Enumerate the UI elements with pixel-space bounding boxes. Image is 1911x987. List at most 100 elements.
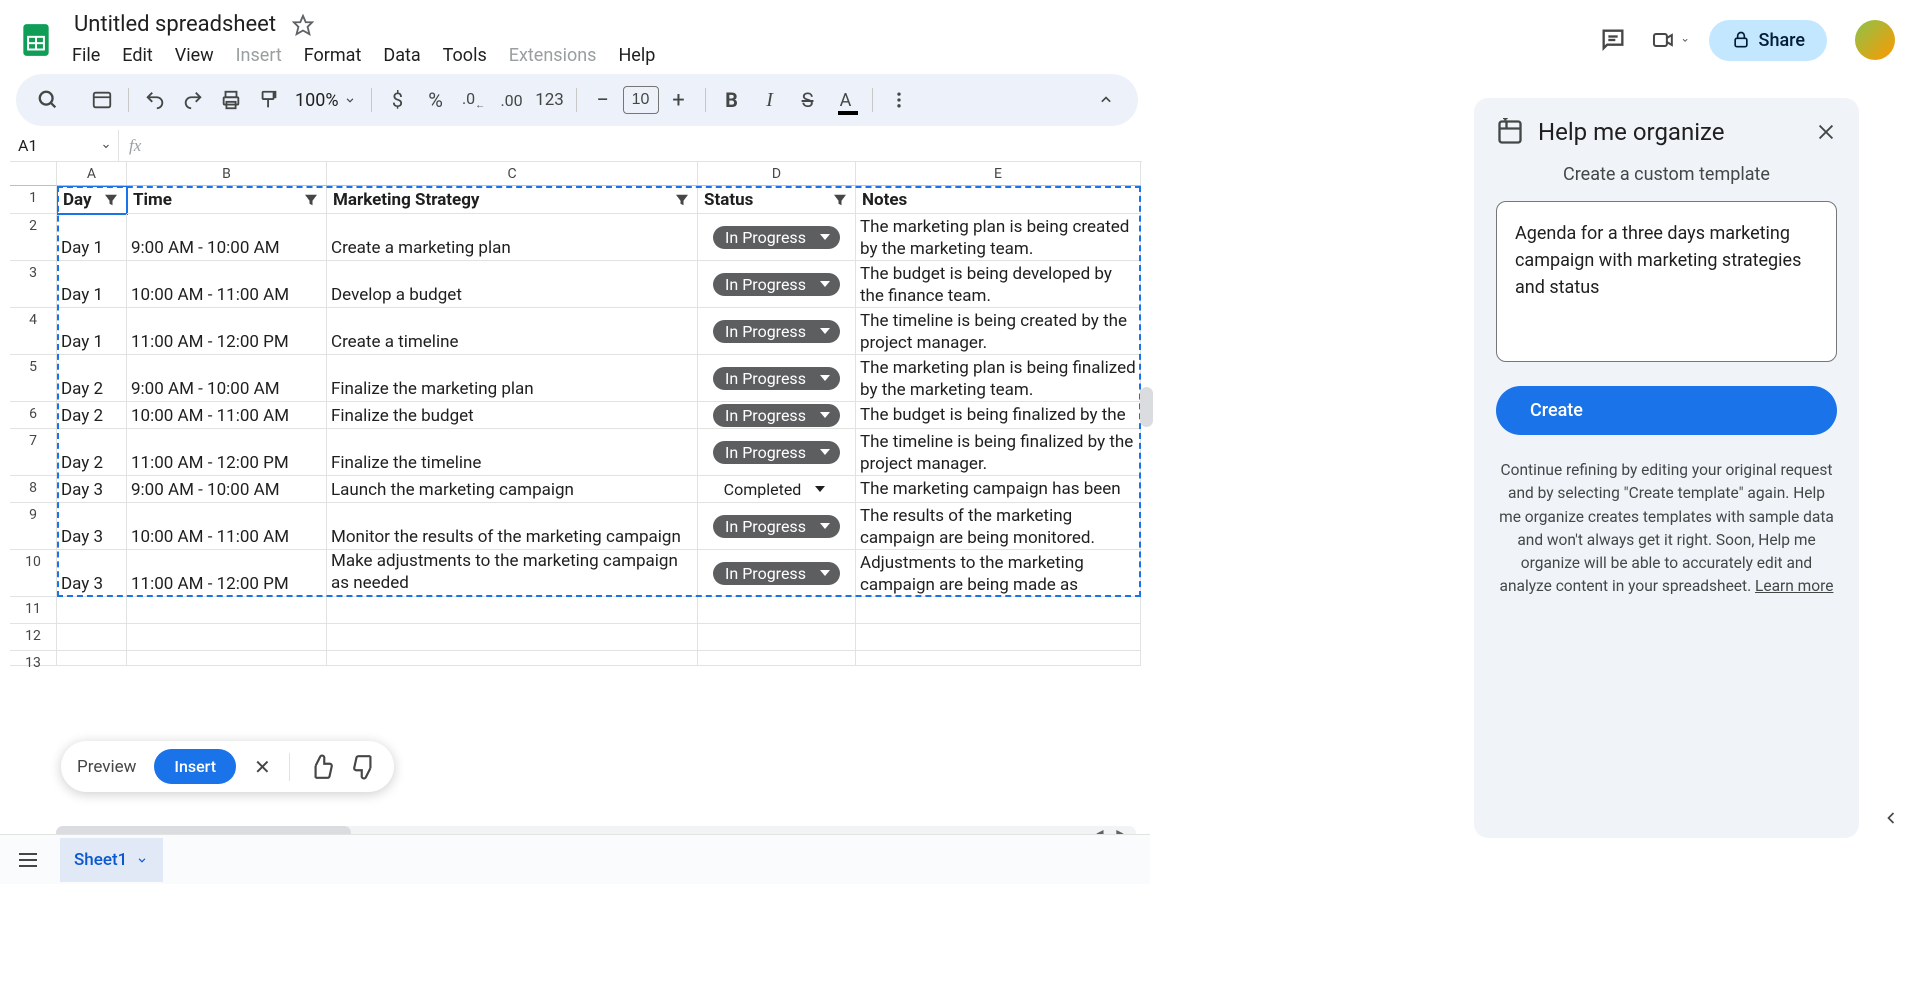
more-toolbar-icon[interactable] — [881, 82, 917, 118]
status-pill[interactable]: In Progress — [713, 441, 840, 464]
cell[interactable] — [698, 597, 856, 624]
cell[interactable] — [698, 651, 856, 666]
cell[interactable]: In Progress — [698, 429, 856, 476]
share-button[interactable]: Share — [1709, 20, 1827, 61]
sheet-tab-sheet1[interactable]: Sheet1 — [60, 838, 163, 882]
status-pill[interactable]: Completed — [718, 478, 836, 501]
cell[interactable]: Day 2 — [57, 402, 127, 429]
cell[interactable]: Completed — [698, 476, 856, 503]
status-pill[interactable]: In Progress — [713, 515, 840, 538]
print-icon[interactable] — [213, 82, 249, 118]
menus-icon[interactable] — [84, 82, 120, 118]
cell[interactable]: Make adjustments to the marketing campai… — [327, 550, 698, 597]
row-header-2[interactable]: 2 — [10, 214, 57, 261]
cell[interactable]: The timeline is being finalized by the p… — [856, 429, 1141, 476]
cell[interactable]: Marketing Strategy — [327, 186, 698, 214]
row-header-12[interactable]: 12 — [10, 624, 57, 651]
vertical-scrollbar[interactable] — [1140, 387, 1153, 987]
cell[interactable] — [327, 651, 698, 666]
currency-icon[interactable]: $ — [380, 82, 416, 118]
collapse-toolbar-icon[interactable] — [1088, 82, 1124, 118]
row-header-6[interactable]: 6 — [10, 402, 57, 429]
cell[interactable]: 11:00 AM - 12:00 PM — [127, 429, 327, 476]
cell[interactable]: Day 3 — [57, 503, 127, 550]
redo-icon[interactable] — [175, 82, 211, 118]
percent-icon[interactable]: % — [418, 82, 454, 118]
cell[interactable]: In Progress — [698, 402, 856, 429]
cell[interactable]: 9:00 AM - 10:00 AM — [127, 355, 327, 402]
name-box[interactable]: A1 — [10, 136, 118, 155]
column-header-C[interactable]: C — [327, 162, 698, 185]
document-title[interactable]: Untitled spreadsheet — [68, 10, 282, 39]
cell[interactable]: The timeline is being created by the pro… — [856, 308, 1141, 355]
cell[interactable]: Create a timeline — [327, 308, 698, 355]
row-header-7[interactable]: 7 — [10, 429, 57, 476]
cell[interactable]: 10:00 AM - 11:00 AM — [127, 402, 327, 429]
row-header-4[interactable]: 4 — [10, 308, 57, 355]
filter-icon[interactable] — [102, 191, 120, 209]
all-sheets-icon[interactable] — [16, 848, 40, 872]
prompt-textarea[interactable]: Agenda for a three days marketing campai… — [1496, 201, 1837, 362]
menu-tools[interactable]: Tools — [433, 41, 497, 70]
spreadsheet-grid[interactable]: ABCDE 12345678910111213 DayTimeMarketing… — [10, 162, 1143, 682]
cell[interactable]: Status — [698, 186, 856, 214]
star-icon[interactable] — [292, 14, 314, 36]
cell[interactable]: Day 3 — [57, 476, 127, 503]
strikethrough-icon[interactable]: S — [790, 82, 826, 118]
create-button[interactable]: Create — [1496, 386, 1837, 435]
paint-format-icon[interactable] — [251, 82, 287, 118]
filter-icon[interactable] — [831, 191, 849, 209]
status-pill[interactable]: In Progress — [713, 404, 840, 427]
cell[interactable]: Day 1 — [57, 214, 127, 261]
cell[interactable]: In Progress — [698, 503, 856, 550]
thumbs-up-icon[interactable] — [308, 754, 334, 780]
cell[interactable]: In Progress — [698, 355, 856, 402]
cell[interactable]: Day — [57, 186, 127, 214]
status-pill[interactable]: In Progress — [713, 562, 840, 585]
thumbs-down-icon[interactable] — [352, 754, 378, 780]
cell[interactable] — [327, 597, 698, 624]
undo-icon[interactable] — [137, 82, 173, 118]
sheets-app-icon[interactable] — [16, 20, 56, 60]
menu-format[interactable]: Format — [294, 41, 372, 70]
column-header-A[interactable]: A — [57, 162, 127, 185]
status-pill[interactable]: In Progress — [713, 367, 840, 390]
filter-icon[interactable] — [673, 191, 691, 209]
zoom-select[interactable]: 100% — [289, 90, 363, 111]
row-header-10[interactable]: 10 — [10, 550, 57, 597]
status-pill[interactable]: In Progress — [713, 320, 840, 343]
menu-file[interactable]: File — [62, 41, 110, 70]
account-avatar[interactable] — [1855, 20, 1895, 60]
cell[interactable]: Day 1 — [57, 261, 127, 308]
menu-data[interactable]: Data — [373, 41, 430, 70]
cell[interactable]: The results of the marketing campaign ar… — [856, 503, 1141, 550]
row-header-9[interactable]: 9 — [10, 503, 57, 550]
cell[interactable] — [856, 597, 1141, 624]
close-icon[interactable]: ✕ — [254, 755, 271, 779]
search-icon[interactable] — [30, 82, 66, 118]
cell[interactable] — [127, 597, 327, 624]
bold-icon[interactable]: B — [714, 82, 750, 118]
cell[interactable] — [856, 624, 1141, 651]
cell[interactable]: The budget is being developed by the fin… — [856, 261, 1141, 308]
cell[interactable]: In Progress — [698, 261, 856, 308]
insert-button[interactable]: Insert — [154, 749, 236, 784]
formula-bar[interactable]: fx — [118, 130, 1142, 161]
cell[interactable]: The budget is being finalized by the fin… — [856, 402, 1141, 429]
more-formats-icon[interactable]: 123 — [532, 82, 568, 118]
column-header-B[interactable]: B — [127, 162, 327, 185]
cell[interactable]: 9:00 AM - 10:00 AM — [127, 214, 327, 261]
increase-decimal-icon[interactable]: .00 — [494, 82, 530, 118]
font-size-input[interactable] — [623, 86, 659, 114]
cell[interactable]: Day 2 — [57, 429, 127, 476]
comments-icon[interactable] — [1593, 20, 1633, 60]
cell[interactable]: Notes — [856, 186, 1141, 214]
learn-more-link[interactable]: Learn more — [1755, 577, 1833, 595]
cell[interactable]: Time — [127, 186, 327, 214]
font-size-decrease-icon[interactable]: − — [585, 82, 621, 118]
cell[interactable] — [856, 651, 1141, 666]
italic-icon[interactable]: I — [752, 82, 788, 118]
cell[interactable] — [327, 624, 698, 651]
meet-icon[interactable] — [1651, 20, 1691, 60]
row-header-5[interactable]: 5 — [10, 355, 57, 402]
